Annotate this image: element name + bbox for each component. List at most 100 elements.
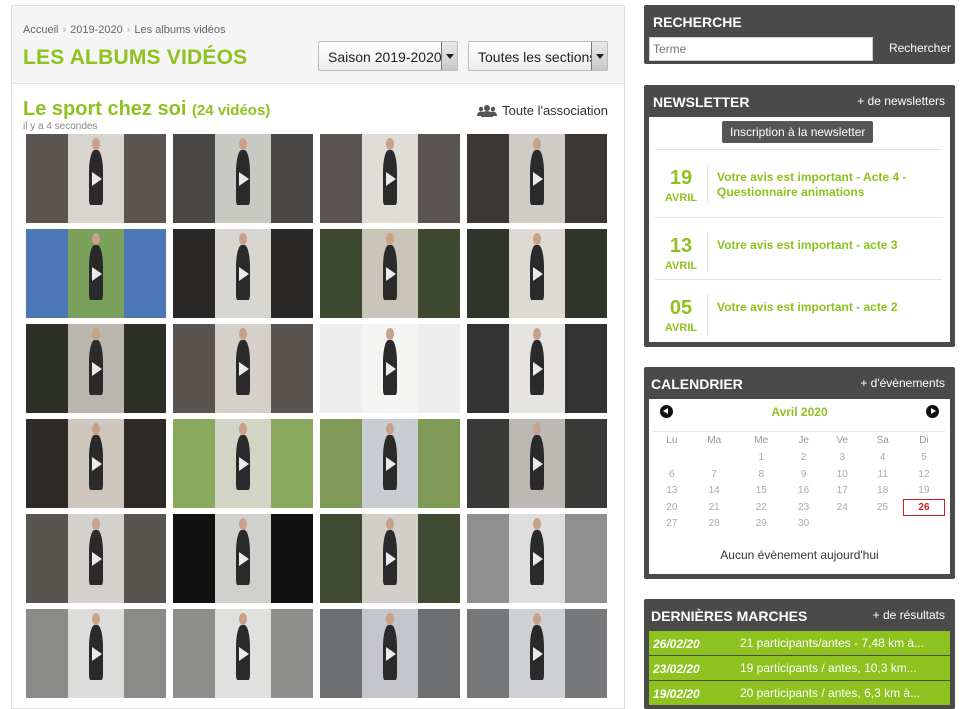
search-widget: RECHERCHE Rechercher xyxy=(644,5,955,64)
video-thumbnail[interactable] xyxy=(26,609,166,698)
video-thumbnail[interactable] xyxy=(467,134,607,223)
result-row[interactable]: 26/02/20 21 participants/antes - 7,48 km… xyxy=(649,631,950,655)
play-icon xyxy=(239,266,249,281)
video-thumbnail[interactable] xyxy=(173,609,313,698)
video-thumbnail[interactable] xyxy=(467,324,607,413)
play-icon xyxy=(533,646,543,661)
play-icon xyxy=(386,646,396,661)
calendar-day[interactable]: 14 xyxy=(691,483,738,500)
calendar-day[interactable]: 16 xyxy=(785,483,823,500)
more-newsletters-link[interactable]: + de newsletters xyxy=(857,94,945,108)
calendar-day[interactable]: 24 xyxy=(822,499,862,516)
calendar-day[interactable]: 29 xyxy=(738,516,785,533)
calendar-day[interactable]: 18 xyxy=(862,483,903,500)
page-title: LES ALBUMS VIDÉOS xyxy=(23,46,248,69)
calendar-day[interactable]: 28 xyxy=(691,516,738,533)
calendar-day[interactable]: 7 xyxy=(691,466,738,483)
album-name: Le sport chez soi xyxy=(23,98,187,120)
season-select[interactable]: Saison 2019-2020 xyxy=(318,41,458,71)
no-event-message: Aucun évènement aujourd'hui xyxy=(720,548,879,562)
calendar-month: Avril 2020 xyxy=(771,405,828,419)
calendar-day[interactable]: 23 xyxy=(785,499,823,516)
breadcrumb-home[interactable]: Accueil xyxy=(23,24,58,36)
newsletter-title[interactable]: Votre avis est important - acte 3 xyxy=(717,238,938,253)
play-icon xyxy=(386,361,396,376)
breadcrumb-season[interactable]: 2019-2020 xyxy=(70,24,123,36)
calendar-day[interactable]: 19 xyxy=(903,483,944,500)
result-text: 21 participants/antes - 7,48 km à... xyxy=(740,636,925,650)
calendar-day[interactable]: 9 xyxy=(785,466,823,483)
video-thumbnail[interactable] xyxy=(320,134,460,223)
calendar-empty xyxy=(691,450,738,467)
video-thumbnail[interactable] xyxy=(173,419,313,508)
calendar-day[interactable]: 13 xyxy=(653,483,691,500)
calendar-empty xyxy=(903,516,944,533)
section-select[interactable]: Toutes les sections xyxy=(468,41,608,71)
newsletter-subscribe-button[interactable]: Inscription à la newsletter xyxy=(722,121,874,143)
newsletter-title[interactable]: Votre avis est important - Acte 4 - Ques… xyxy=(717,170,938,200)
video-thumbnail[interactable] xyxy=(173,229,313,318)
video-thumbnail[interactable] xyxy=(467,609,607,698)
calendar-day[interactable]: 1 xyxy=(738,450,785,467)
newsletter-day: 05 xyxy=(669,297,693,319)
album-scope-link[interactable]: Toute l'association xyxy=(477,103,608,118)
video-thumbnail[interactable] xyxy=(26,324,166,413)
result-text: 20 participants / antes, 6,3 km à... xyxy=(740,686,921,700)
calendar-day[interactable]: 20 xyxy=(653,499,691,516)
video-thumbnail[interactable] xyxy=(26,514,166,603)
search-input[interactable] xyxy=(649,37,873,61)
next-month-icon[interactable] xyxy=(926,405,939,418)
video-thumbnail[interactable] xyxy=(26,229,166,318)
calendar-day[interactable]: 5 xyxy=(903,450,944,467)
search-widget-title: RECHERCHE xyxy=(653,14,742,30)
newsletter-item[interactable]: 13 AVRIL Votre avis est important - acte… xyxy=(655,217,942,277)
video-thumbnail[interactable] xyxy=(173,514,313,603)
calendar-day[interactable]: 26 xyxy=(902,498,946,516)
video-thumbnail[interactable] xyxy=(320,419,460,508)
calendar-day[interactable]: 6 xyxy=(653,466,691,483)
video-thumbnail[interactable] xyxy=(173,324,313,413)
video-thumbnail[interactable] xyxy=(467,229,607,318)
more-results-link[interactable]: + de résultats xyxy=(873,608,945,622)
calendar-day[interactable]: 12 xyxy=(903,466,944,483)
newsletter-month: AVRIL xyxy=(664,322,698,334)
album-title[interactable]: Le sport chez soi (24 vidéos) xyxy=(23,98,270,121)
calendar-body: Avril 2020 Lu Ma Me Je Ve Sa Di 1 2 3 4 5 6 7 8 9 10 11 1… xyxy=(649,399,950,574)
video-thumbnail[interactable] xyxy=(26,419,166,508)
video-thumbnail[interactable] xyxy=(320,324,460,413)
search-button[interactable]: Rechercher xyxy=(889,41,951,55)
calendar-day[interactable]: 11 xyxy=(862,466,903,483)
calendar-day[interactable]: 4 xyxy=(862,450,903,467)
calendar-day[interactable]: 17 xyxy=(822,483,862,500)
calendar-day[interactable]: 8 xyxy=(738,466,785,483)
result-row[interactable]: 19/02/20 20 participants / antes, 6,3 km… xyxy=(649,681,950,705)
breadcrumb: Accueil › 2019-2020 › Les albums vidéos xyxy=(23,24,226,36)
calendar-day[interactable]: 21 xyxy=(691,499,738,516)
video-thumbnail[interactable] xyxy=(320,514,460,603)
calendar-day[interactable]: 15 xyxy=(738,483,785,500)
calendar-day[interactable]: 10 xyxy=(822,466,862,483)
calendar-day[interactable]: 27 xyxy=(653,516,691,533)
calendar-day[interactable]: 2 xyxy=(785,450,823,467)
newsletter-widget-title: NEWSLETTER xyxy=(653,94,750,110)
calendar-day[interactable]: 3 xyxy=(822,450,862,467)
newsletter-item[interactable]: 05 AVRIL Votre avis est important - acte… xyxy=(655,279,942,339)
video-thumbnail[interactable] xyxy=(467,419,607,508)
play-icon xyxy=(533,551,543,566)
video-thumbnail[interactable] xyxy=(320,229,460,318)
result-row[interactable]: 23/02/20 19 participants / antes, 10,3 k… xyxy=(649,656,950,680)
newsletter-day: 19 xyxy=(669,167,693,189)
video-thumbnail[interactable] xyxy=(320,609,460,698)
video-thumbnail[interactable] xyxy=(26,134,166,223)
weekday-label: Sa xyxy=(862,431,904,450)
video-thumbnail[interactable] xyxy=(173,134,313,223)
newsletter-item[interactable]: 19 AVRIL Votre avis est important - Acte… xyxy=(655,149,942,209)
video-thumbnail[interactable] xyxy=(467,514,607,603)
calendar-day[interactable]: 25 xyxy=(862,499,903,516)
calendar-day[interactable]: 22 xyxy=(738,499,785,516)
calendar-day[interactable]: 30 xyxy=(785,516,823,533)
breadcrumb-current: Les albums vidéos xyxy=(134,24,226,36)
more-events-link[interactable]: + d'évènements xyxy=(860,376,945,390)
newsletter-month: AVRIL xyxy=(664,192,698,204)
newsletter-title[interactable]: Votre avis est important - acte 2 xyxy=(717,300,938,315)
